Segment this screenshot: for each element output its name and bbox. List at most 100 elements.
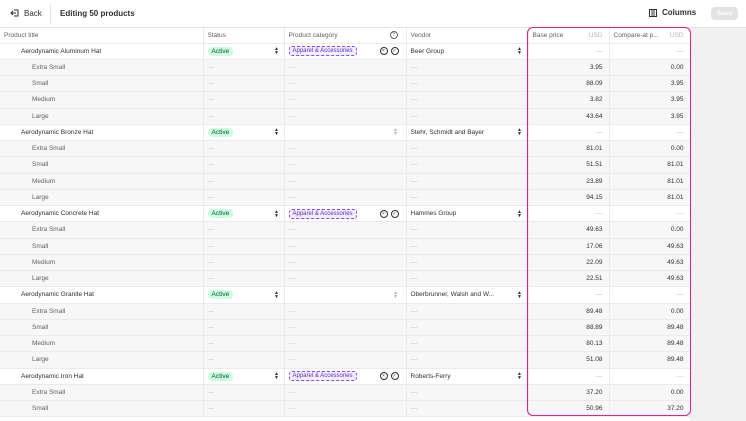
base-price-cell[interactable]: 22.09: [528, 254, 610, 272]
compare-at-price-cell[interactable]: —: [609, 286, 690, 304]
save-button[interactable]: Save: [711, 7, 738, 20]
col-header-status[interactable]: Status: [203, 28, 285, 44]
confirm-check-icon[interactable]: ✓: [390, 209, 399, 218]
product-category-cell[interactable]: Apparel & Accessories × ✓: [284, 205, 407, 223]
confirm-check-icon[interactable]: ✓: [390, 372, 399, 381]
compare-at-price-cell[interactable]: 0.00: [609, 303, 690, 320]
variant-title-cell[interactable]: Extra Small: [0, 59, 204, 77]
base-price-cell[interactable]: 37.20: [528, 384, 610, 402]
compare-at-price-cell[interactable]: —: [609, 368, 690, 385]
base-price-cell[interactable]: 89.48: [528, 303, 610, 320]
status-cell[interactable]: Active ▲ ▼: [203, 43, 285, 60]
category-field[interactable]: ▲ ▼: [289, 126, 399, 138]
compare-at-price-cell[interactable]: 0.00: [609, 384, 690, 402]
compare-at-price-cell[interactable]: 49.63: [609, 270, 690, 288]
back-button[interactable]: Back: [10, 8, 42, 18]
base-price-cell[interactable]: 22.51: [528, 270, 610, 288]
base-price-cell[interactable]: 50.96: [528, 400, 610, 418]
variant-title-cell[interactable]: Medium: [0, 335, 204, 353]
category-field[interactable]: Apparel & Accessories × ✓: [288, 370, 399, 382]
base-price-cell[interactable]: —: [528, 205, 610, 223]
category-field[interactable]: Apparel & Accessories × ✓: [288, 45, 399, 57]
status-select[interactable]: Active ▲ ▼: [207, 127, 280, 137]
compare-at-price-cell[interactable]: —: [609, 205, 690, 223]
compare-at-price-cell[interactable]: 0.00: [609, 140, 690, 158]
vendor-select[interactable]: Stehr, Schmidt and Bayer ▲ ▼: [411, 128, 523, 137]
col-header-product-category[interactable]: Product category?: [284, 28, 407, 44]
variant-title-cell[interactable]: Small: [0, 238, 204, 255]
compare-at-price-cell[interactable]: 81.01: [609, 156, 690, 174]
product-category-cell[interactable]: ▲ ▼: [284, 124, 407, 142]
base-price-cell[interactable]: —: [528, 43, 610, 60]
clear-icon[interactable]: ×: [379, 209, 388, 218]
variant-title-cell[interactable]: Large: [0, 189, 204, 207]
vendor-cell[interactable]: Stehr, Schmidt and Bayer ▲ ▼: [406, 124, 529, 142]
product-title-cell[interactable]: Aerodynamic Aluminum Hat: [0, 43, 204, 60]
base-price-cell[interactable]: 51.08: [528, 351, 610, 369]
status-select[interactable]: Active ▲ ▼: [207, 209, 280, 219]
compare-at-price-cell[interactable]: 49.63: [609, 254, 690, 272]
col-header-compare-at-price[interactable]: Compare-at p... USD: [609, 28, 690, 44]
base-price-cell[interactable]: 3.82: [528, 91, 610, 109]
compare-at-price-cell[interactable]: 89.48: [609, 335, 690, 353]
base-price-cell[interactable]: 88.09: [528, 75, 610, 93]
vendor-cell[interactable]: Beer Group ▲ ▼: [406, 43, 529, 60]
base-price-cell[interactable]: 88.89: [528, 319, 610, 337]
base-price-cell[interactable]: 49.63: [528, 221, 610, 239]
status-select[interactable]: Active ▲ ▼: [207, 46, 280, 56]
status-cell[interactable]: Active ▲ ▼: [203, 124, 285, 142]
vendor-select[interactable]: Beer Group ▲ ▼: [411, 47, 523, 56]
vendor-select[interactable]: Hammes Group ▲ ▼: [411, 210, 523, 219]
vendor-select[interactable]: Oberbrunner, Walsh and W... ▲ ▼: [411, 291, 523, 300]
compare-at-price-cell[interactable]: 3.95: [609, 91, 690, 109]
col-header-product-title[interactable]: Product title: [0, 28, 204, 44]
variant-title-cell[interactable]: Medium: [0, 254, 204, 272]
compare-at-price-cell[interactable]: 81.01: [609, 189, 690, 207]
compare-at-price-cell[interactable]: 37.20: [609, 400, 690, 418]
product-category-cell[interactable]: ▲ ▼: [284, 286, 407, 304]
status-select[interactable]: Active ▲ ▼: [207, 371, 280, 381]
variant-title-cell[interactable]: Extra Small: [0, 303, 204, 320]
variant-title-cell[interactable]: Extra Small: [0, 140, 204, 158]
compare-at-price-cell[interactable]: 0.00: [609, 221, 690, 239]
base-price-cell[interactable]: —: [528, 124, 610, 142]
base-price-cell[interactable]: 3.95: [528, 59, 610, 77]
vendor-cell[interactable]: Hammes Group ▲ ▼: [406, 205, 529, 223]
base-price-cell[interactable]: 17.06: [528, 238, 610, 255]
base-price-cell[interactable]: 81.01: [528, 140, 610, 158]
col-header-base-price[interactable]: Base price USD: [528, 28, 610, 44]
category-field[interactable]: ▲ ▼: [289, 289, 399, 301]
clear-icon[interactable]: ×: [379, 372, 388, 381]
confirm-check-icon[interactable]: ✓: [390, 47, 399, 56]
variant-title-cell[interactable]: Small: [0, 319, 204, 337]
base-price-cell[interactable]: 23.89: [528, 173, 610, 190]
compare-at-price-cell[interactable]: 89.48: [609, 351, 690, 369]
variant-title-cell[interactable]: Large: [0, 270, 204, 288]
vendor-cell[interactable]: Oberbrunner, Walsh and W... ▲ ▼: [406, 286, 529, 304]
variant-title-cell[interactable]: Medium: [0, 173, 204, 190]
product-category-cell[interactable]: Apparel & Accessories × ✓: [284, 368, 407, 385]
base-price-cell[interactable]: —: [528, 286, 610, 304]
clear-icon[interactable]: ×: [379, 47, 388, 56]
compare-at-price-cell[interactable]: 0.00: [609, 59, 690, 77]
vendor-select[interactable]: Roberts-Ferry ▲ ▼: [411, 372, 523, 381]
help-icon[interactable]: ?: [389, 31, 398, 39]
variant-title-cell[interactable]: Small: [0, 75, 204, 93]
variant-title-cell[interactable]: Medium: [0, 91, 204, 109]
variant-title-cell[interactable]: Extra Small: [0, 221, 204, 239]
base-price-cell[interactable]: 43.64: [528, 108, 610, 125]
product-title-cell[interactable]: Aerodynamic Iron Hat: [0, 368, 204, 385]
compare-at-price-cell[interactable]: 89.48: [609, 319, 690, 337]
compare-at-price-cell[interactable]: 81.01: [609, 173, 690, 190]
product-category-cell[interactable]: Apparel & Accessories × ✓: [284, 43, 407, 60]
variant-title-cell[interactable]: Large: [0, 351, 204, 369]
product-title-cell[interactable]: Aerodynamic Bronze Hat: [0, 124, 204, 142]
base-price-cell[interactable]: 94.15: [528, 189, 610, 207]
variant-title-cell[interactable]: Small: [0, 156, 204, 174]
product-title-cell[interactable]: Aerodynamic Granite Hat: [0, 286, 204, 304]
compare-at-price-cell[interactable]: —: [609, 43, 690, 60]
variant-title-cell[interactable]: Extra Small: [0, 384, 204, 402]
compare-at-price-cell[interactable]: 3.95: [609, 108, 690, 125]
category-field[interactable]: Apparel & Accessories × ✓: [288, 208, 399, 220]
compare-at-price-cell[interactable]: —: [609, 124, 690, 142]
